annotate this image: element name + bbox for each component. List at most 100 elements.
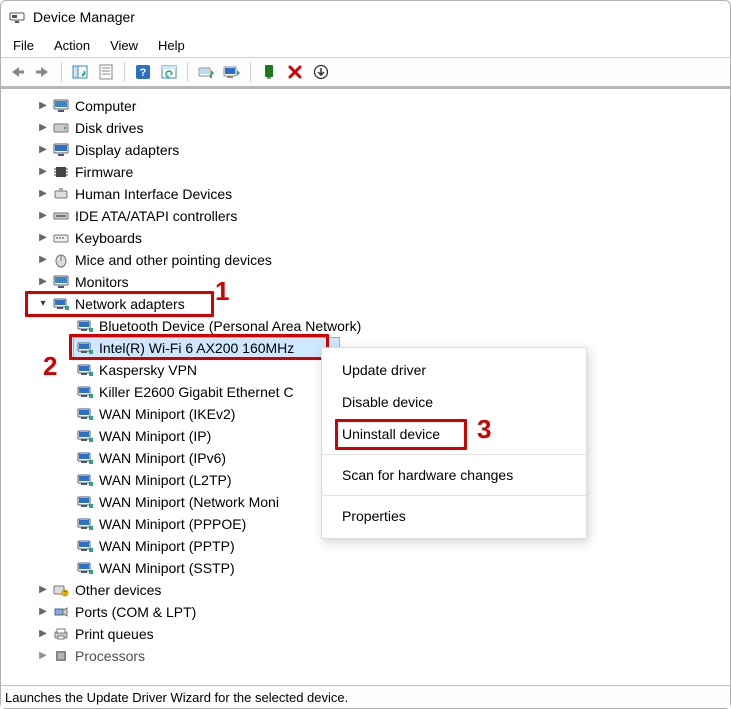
- chevron-right-icon[interactable]: ▶: [35, 626, 51, 642]
- chevron-right-icon[interactable]: ▶: [35, 98, 51, 114]
- cpu-icon: [51, 648, 71, 664]
- menu-file[interactable]: File: [5, 36, 46, 55]
- tree-item-network-child[interactable]: Bluetooth Device (Personal Area Network): [9, 315, 730, 337]
- tree-item-disk-drives[interactable]: ▶ Disk drives: [9, 117, 730, 139]
- toolbar-separator: [61, 62, 62, 82]
- uninstall-x-icon[interactable]: [283, 60, 307, 84]
- network-adapter-icon: [75, 472, 95, 488]
- tree-item-print-queues[interactable]: ▶ Print queues: [9, 623, 730, 645]
- chevron-right-icon[interactable]: ▶: [35, 120, 51, 136]
- context-menu-disable-device[interactable]: Disable device: [322, 386, 586, 418]
- svg-text:?: ?: [64, 591, 67, 597]
- context-menu: Update driver Disable device Uninstall d…: [321, 347, 587, 539]
- chevron-right-icon[interactable]: ▶: [35, 164, 51, 180]
- tree-item-network-child[interactable]: WAN Miniport (SSTP): [9, 557, 730, 579]
- tree-label: Processors: [73, 646, 147, 666]
- chevron-right-icon[interactable]: ▶: [35, 230, 51, 246]
- chevron-right-icon[interactable]: ▶: [35, 604, 51, 620]
- chevron-down-icon[interactable]: ▾: [35, 296, 51, 312]
- tree-label: Network adapters: [73, 294, 187, 314]
- toolbar-separator: [250, 62, 251, 82]
- tree-label: WAN Miniport (PPPOE): [97, 514, 248, 534]
- menu-action[interactable]: Action: [46, 36, 102, 55]
- tree-item-ide[interactable]: ▶ IDE ATA/ATAPI controllers: [9, 205, 730, 227]
- monitor-icon: [51, 98, 71, 114]
- tree-item-other-devices[interactable]: ▶ ? Other devices: [9, 579, 730, 601]
- refresh-icon[interactable]: [157, 60, 181, 84]
- toolbar-separator: [124, 62, 125, 82]
- context-menu-update-driver[interactable]: Update driver: [322, 354, 586, 386]
- tree-label: Keyboards: [73, 228, 144, 248]
- update-driver-icon[interactable]: [194, 60, 218, 84]
- disk-icon: [51, 120, 71, 136]
- tree-label: Print queues: [73, 624, 156, 644]
- network-icon: [51, 296, 71, 312]
- statusbar-text: Launches the Update Driver Wizard for th…: [5, 690, 348, 705]
- tree-label: WAN Miniport (PPTP): [97, 536, 237, 556]
- menu-view[interactable]: View: [102, 36, 150, 55]
- other-icon: ?: [51, 582, 71, 598]
- svg-text:?: ?: [140, 67, 147, 79]
- back-arrow-icon[interactable]: [5, 60, 29, 84]
- tree-item-computer[interactable]: ▶ Computer: [9, 95, 730, 117]
- tree-item-network-adapters[interactable]: ▾ Network adapters: [9, 293, 730, 315]
- tree-label: WAN Miniport (IPv6): [97, 448, 228, 468]
- network-adapter-icon: [75, 384, 95, 400]
- titlebar: Device Manager: [1, 1, 730, 33]
- context-menu-scan-hardware[interactable]: Scan for hardware changes: [322, 459, 586, 491]
- download-icon[interactable]: [309, 60, 333, 84]
- mouse-icon: [51, 252, 71, 268]
- tree-item-firmware[interactable]: ▶ Firmware: [9, 161, 730, 183]
- tree-label: WAN Miniport (IKEv2): [97, 404, 237, 424]
- chevron-right-icon[interactable]: ▶: [35, 582, 51, 598]
- network-adapter-icon: [75, 516, 95, 532]
- network-adapter-icon: [75, 428, 95, 444]
- hid-icon: [51, 186, 71, 202]
- scan-hardware-icon[interactable]: [220, 60, 244, 84]
- monitor-icon: [51, 274, 71, 290]
- enable-device-icon[interactable]: [257, 60, 281, 84]
- tree-label: Ports (COM & LPT): [73, 602, 198, 622]
- chevron-right-icon[interactable]: ▶: [35, 648, 51, 664]
- network-adapter-icon: [75, 538, 95, 554]
- context-menu-separator: [322, 495, 586, 496]
- context-menu-separator: [322, 454, 586, 455]
- tree-label: Kaspersky VPN: [97, 360, 199, 380]
- chevron-right-icon[interactable]: ▶: [35, 274, 51, 290]
- tree-label: Bluetooth Device (Personal Area Network): [97, 316, 363, 336]
- network-adapter-icon: [75, 494, 95, 510]
- window-title: Device Manager: [33, 9, 135, 25]
- tree-item-keyboards[interactable]: ▶ Keyboards: [9, 227, 730, 249]
- ide-icon: [51, 208, 71, 224]
- forward-arrow-icon[interactable]: [31, 60, 55, 84]
- chevron-right-icon[interactable]: ▶: [35, 208, 51, 224]
- tree-item-ports[interactable]: ▶ Ports (COM & LPT): [9, 601, 730, 623]
- menu-help[interactable]: Help: [150, 36, 197, 55]
- help-icon[interactable]: ?: [131, 60, 155, 84]
- tree-label: WAN Miniport (L2TP): [97, 470, 234, 490]
- tree-label: Mice and other pointing devices: [73, 250, 274, 270]
- chevron-right-icon[interactable]: ▶: [35, 142, 51, 158]
- tree-label: Killer E2600 Gigabit Ethernet C: [97, 382, 296, 402]
- tree-item-mice[interactable]: ▶ Mice and other pointing devices: [9, 249, 730, 271]
- context-menu-uninstall-device[interactable]: Uninstall device: [322, 418, 586, 450]
- network-adapter-icon: [75, 560, 95, 576]
- chevron-right-icon[interactable]: ▶: [35, 186, 51, 202]
- device-tree-container[interactable]: ▶ Computer ▶ Disk drives ▶ Display adapt…: [1, 89, 730, 686]
- show-hide-tree-icon[interactable]: [68, 60, 92, 84]
- network-adapter-icon: [75, 450, 95, 466]
- port-icon: [51, 604, 71, 620]
- tree-item-hid[interactable]: ▶ Human Interface Devices: [9, 183, 730, 205]
- tree-item-display-adapters[interactable]: ▶ Display adapters: [9, 139, 730, 161]
- properties-icon[interactable]: [94, 60, 118, 84]
- device-manager-app-icon: [9, 9, 25, 25]
- tree-label: Display adapters: [73, 140, 181, 160]
- tree-item-processors[interactable]: ▶ Processors: [9, 645, 730, 667]
- tree-label: Human Interface Devices: [73, 184, 234, 204]
- statusbar: Launches the Update Driver Wizard for th…: [1, 686, 730, 708]
- tree-item-monitors[interactable]: ▶ Monitors: [9, 271, 730, 293]
- chip-icon: [51, 164, 71, 180]
- chevron-right-icon[interactable]: ▶: [35, 252, 51, 268]
- context-menu-properties[interactable]: Properties: [322, 500, 586, 532]
- tree-label: IDE ATA/ATAPI controllers: [73, 206, 239, 226]
